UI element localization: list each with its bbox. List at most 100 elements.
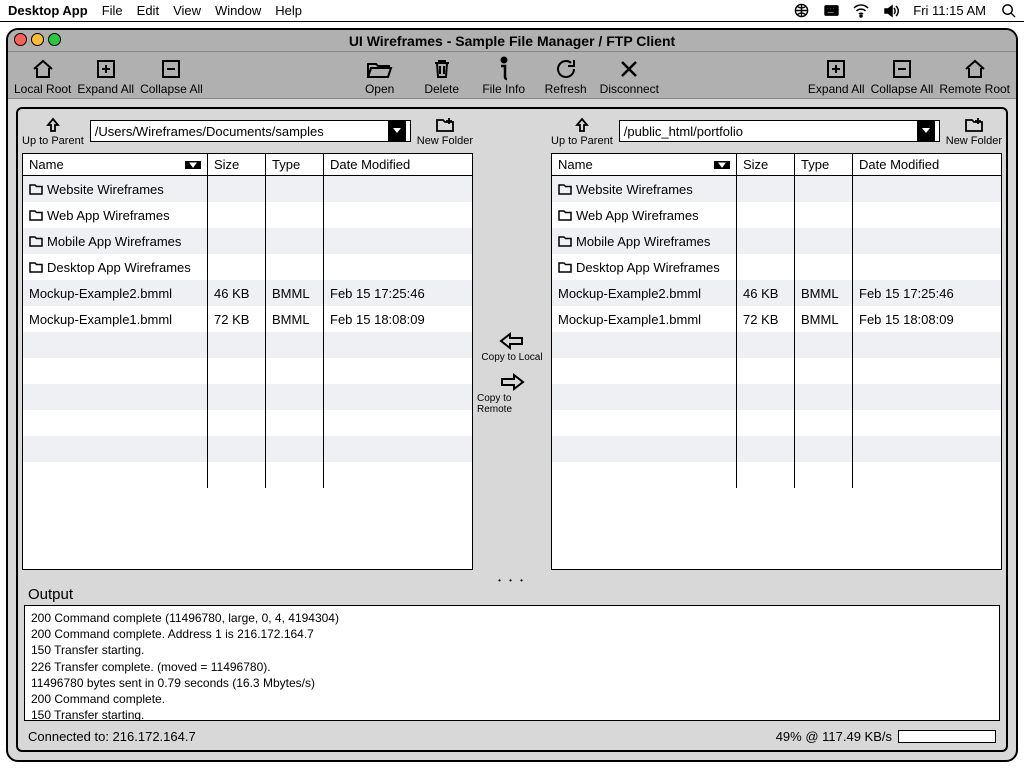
folder-icon (29, 235, 43, 247)
col-name[interactable]: Name (552, 154, 737, 175)
menu-edit[interactable]: Edit (137, 3, 159, 18)
table-row-empty (23, 410, 472, 436)
col-type[interactable]: Type (795, 154, 853, 175)
table-row[interactable]: Website Wireframes (23, 176, 472, 202)
copy-to-local-button[interactable]: Copy to Local (481, 330, 542, 363)
window-minimize-button[interactable] (31, 33, 44, 46)
delete-button[interactable]: Delete (414, 56, 470, 96)
copy-to-remote-button[interactable]: Copy to Remote (477, 371, 547, 415)
table-row[interactable]: Web App Wireframes (552, 202, 1001, 228)
folder-icon (558, 261, 572, 273)
output-line: 150 Transfer starting. (31, 642, 993, 658)
local-path-combo[interactable]: /Users/Wireframes/Documents/samples (90, 120, 411, 142)
expand-icon (824, 56, 848, 82)
remote-collapse-all-button[interactable]: Collapse All (871, 56, 934, 96)
menu-file[interactable]: File (102, 3, 123, 18)
file-info-button[interactable]: File Info (476, 56, 532, 96)
open-button[interactable]: Open (352, 56, 408, 96)
table-row[interactable]: Website Wireframes (552, 176, 1001, 202)
splitter-handle[interactable]: • • • (18, 576, 1006, 584)
col-size[interactable]: Size (208, 154, 266, 175)
main-toolbar: Local Root Expand All Collapse All Open … (8, 52, 1016, 99)
table-row-empty (23, 436, 472, 462)
table-row-empty (552, 462, 1001, 488)
col-date[interactable]: Date Modified (324, 154, 472, 175)
table-row[interactable]: Desktop App Wireframes (23, 254, 472, 280)
table-row[interactable]: Mobile App Wireframes (23, 228, 472, 254)
app-window: UI Wireframes - Sample File Manager / FT… (6, 28, 1018, 762)
home-icon (30, 56, 56, 82)
new-folder-icon (964, 115, 984, 135)
trash-icon (431, 56, 453, 82)
menu-help[interactable]: Help (275, 3, 302, 18)
table-row[interactable]: Mobile App Wireframes (552, 228, 1001, 254)
status-bar: Connected to: 216.172.164.7 49% @ 117.49… (18, 725, 1006, 750)
local-expand-all-button[interactable]: Expand All (77, 56, 134, 96)
local-new-folder-button[interactable]: New Folder (417, 115, 473, 147)
local-file-table: Name Size Type Date Modified Website Wir… (22, 153, 473, 570)
output-panel: Output 200 Command complete (11496780, l… (24, 584, 1000, 721)
app-name: Desktop App (8, 3, 88, 18)
output-line: 200 Command complete (11496780, large, 0… (31, 610, 993, 626)
remote-expand-all-button[interactable]: Expand All (808, 56, 865, 96)
remote-new-folder-button[interactable]: New Folder (946, 115, 1002, 147)
search-icon[interactable] (1000, 3, 1016, 19)
output-line: 200 Command complete. (31, 691, 993, 707)
open-folder-icon (366, 56, 394, 82)
keyboard-icon[interactable] (823, 3, 839, 19)
window-close-button[interactable] (14, 33, 27, 46)
local-table-header: Name Size Type Date Modified (23, 154, 472, 176)
info-icon (497, 56, 511, 82)
table-row[interactable]: Web App Wireframes (23, 202, 472, 228)
remote-root-button[interactable]: Remote Root (939, 56, 1010, 96)
col-type[interactable]: Type (266, 154, 324, 175)
new-folder-icon (435, 115, 455, 135)
table-row[interactable]: Mockup-Example2.bmml46 KBBMMLFeb 15 17:2… (552, 280, 1001, 306)
connection-status: Connected to: 216.172.164.7 (28, 729, 196, 744)
output-log: 200 Command complete (11496780, large, 0… (24, 605, 1000, 721)
transfer-rate: 49% @ 117.49 KB/s (776, 729, 892, 744)
remote-up-button[interactable]: Up to Parent (551, 115, 613, 147)
col-name[interactable]: Name (23, 154, 208, 175)
up-arrow-icon (573, 115, 591, 135)
wifi-icon[interactable] (853, 3, 869, 19)
menu-view[interactable]: View (173, 3, 201, 18)
collapse-icon (890, 56, 914, 82)
table-row-empty (23, 358, 472, 384)
arrow-left-icon (498, 330, 526, 352)
menu-window[interactable]: Window (215, 3, 261, 18)
local-up-button[interactable]: Up to Parent (22, 115, 84, 147)
table-row[interactable]: Desktop App Wireframes (552, 254, 1001, 280)
chevron-down-icon (917, 121, 935, 141)
remote-path-combo[interactable]: /public_html/portfolio (619, 120, 940, 142)
globe-icon[interactable] (793, 3, 809, 19)
window-title: UI Wireframes - Sample File Manager / FT… (349, 33, 675, 49)
local-root-button[interactable]: Local Root (14, 56, 71, 96)
volume-icon[interactable] (883, 3, 899, 19)
disconnect-button[interactable]: Disconnect (600, 56, 659, 96)
local-collapse-all-button[interactable]: Collapse All (140, 56, 203, 96)
table-row[interactable]: Mockup-Example1.bmml72 KBBMMLFeb 15 18:0… (23, 306, 472, 332)
refresh-button[interactable]: Refresh (538, 56, 594, 96)
table-row-empty (552, 384, 1001, 410)
output-line: 200 Command complete. Address 1 is 216.1… (31, 626, 993, 642)
col-date[interactable]: Date Modified (853, 154, 1001, 175)
transfer-column: Copy to Local Copy to Remote (477, 109, 547, 576)
window-titlebar: UI Wireframes - Sample File Manager / FT… (8, 30, 1016, 52)
remote-path-value: /public_html/portfolio (624, 124, 917, 139)
output-line: 11496780 bytes sent in 0.79 seconds (16.… (31, 675, 993, 691)
output-line: 150 Transfer starting. (31, 707, 993, 721)
window-zoom-button[interactable] (48, 33, 61, 46)
remote-pane: Up to Parent /public_html/portfolio New … (547, 109, 1006, 576)
table-row[interactable]: Mockup-Example2.bmml46 KBBMMLFeb 15 17:2… (23, 280, 472, 306)
clock: Fri 11:15 AM (913, 3, 986, 18)
col-size[interactable]: Size (737, 154, 795, 175)
chevron-down-icon (388, 121, 406, 141)
folder-icon (29, 261, 43, 273)
disconnect-icon (618, 56, 640, 82)
table-row-empty (552, 410, 1001, 436)
up-arrow-icon (44, 115, 62, 135)
table-row-empty (552, 332, 1001, 358)
table-row[interactable]: Mockup-Example1.bmml72 KBBMMLFeb 15 18:0… (552, 306, 1001, 332)
local-table-body: Website WireframesWeb App WireframesMobi… (23, 176, 472, 569)
